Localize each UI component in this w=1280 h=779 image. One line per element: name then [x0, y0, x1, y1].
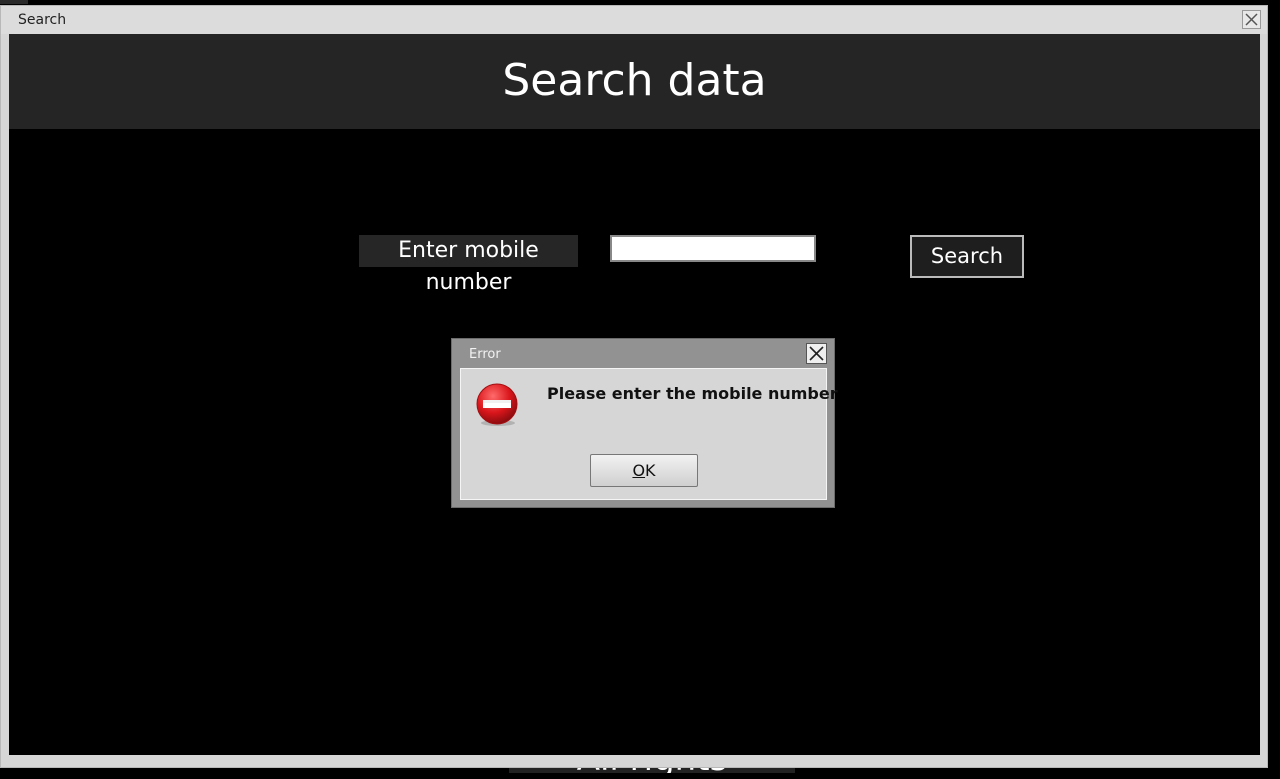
header-band: Search data — [9, 34, 1260, 129]
ok-label-rest: K — [645, 461, 656, 480]
dialog-close-button[interactable] — [806, 343, 827, 364]
page-title: Search data — [502, 55, 767, 106]
close-icon — [1245, 13, 1258, 26]
dialog-title: Error — [469, 347, 501, 362]
window-close-button[interactable] — [1242, 10, 1261, 29]
ok-mnemonic: O — [632, 461, 646, 480]
desktop-corner-mark — [0, 0, 28, 4]
close-icon — [809, 346, 824, 361]
dialog-body: Please enter the mobile number OK — [460, 368, 838, 500]
mobile-number-label: Enter mobile number — [359, 235, 578, 295]
error-stop-icon — [476, 383, 518, 426]
mobile-number-input[interactable] — [610, 235, 816, 262]
window-title: Search — [18, 12, 67, 28]
window-titlebar[interactable]: Search — [1, 6, 1267, 34]
desktop-screen: All rights reserved Search Search data E… — [0, 0, 1280, 779]
dialog-message: Please enter the mobile number — [547, 384, 838, 403]
ok-button[interactable]: OK — [590, 454, 698, 487]
error-dialog: Error Please enter the mobile number OK — [451, 338, 838, 508]
search-button[interactable]: Search — [910, 235, 1024, 278]
